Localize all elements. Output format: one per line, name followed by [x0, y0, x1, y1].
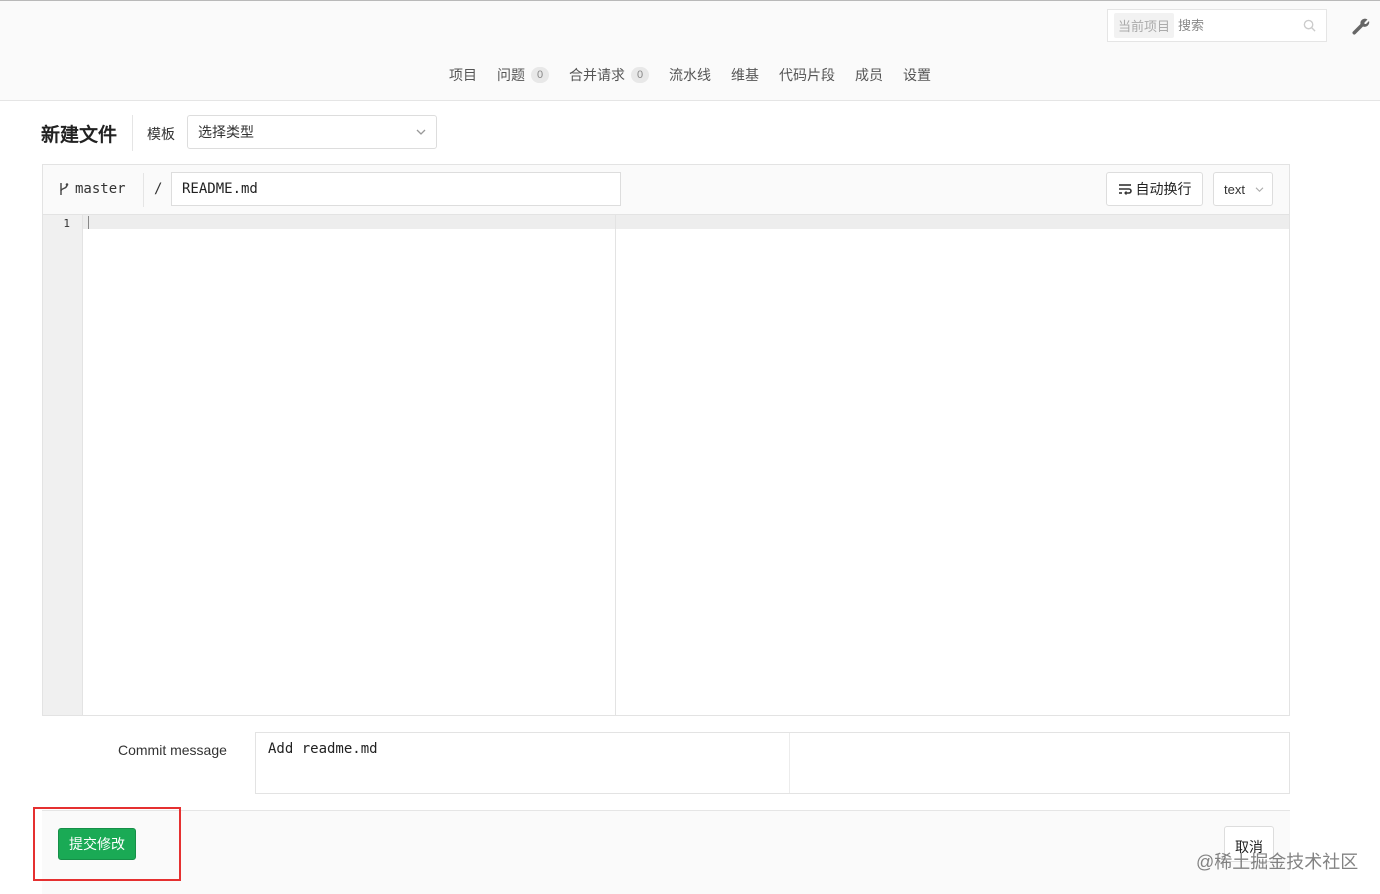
soft-wrap-button[interactable]: 自动换行	[1106, 172, 1203, 206]
file-editor: master / 自动换行 text 1	[42, 164, 1290, 716]
title-divider	[132, 115, 133, 151]
nav-item-snippets[interactable]: 代码片段	[769, 63, 845, 87]
search-icon[interactable]	[1303, 19, 1316, 32]
merge-requests-count-badge: 0	[631, 67, 649, 83]
chevron-down-icon	[1255, 187, 1264, 193]
search-scope-badge[interactable]: 当前项目	[1114, 13, 1175, 38]
nav-item-wiki[interactable]: 维基	[721, 63, 769, 87]
chevron-down-icon	[416, 129, 426, 135]
nav-item-pipelines[interactable]: 流水线	[659, 63, 721, 87]
code-editor-area[interactable]	[83, 215, 1289, 715]
language-select[interactable]: text	[1213, 172, 1273, 206]
annotation-highlight-box	[33, 807, 181, 881]
line-number: 1	[63, 217, 70, 230]
nav-item-label: 设置	[903, 67, 931, 83]
wrench-icon[interactable]	[1352, 17, 1370, 35]
nav-item-label: 代码片段	[779, 67, 835, 83]
nav-item-label: 成员	[855, 67, 883, 83]
wrap-text-icon	[1118, 184, 1132, 195]
soft-wrap-label: 自动换行	[1135, 181, 1192, 197]
toolbar-divider	[143, 173, 144, 207]
path-separator: /	[154, 181, 163, 197]
line-number-gutter: 1	[43, 215, 83, 715]
watermark-text: @稀土掘金技术社区	[1196, 852, 1359, 872]
branch-name: master	[75, 181, 126, 197]
nav-item-members[interactable]: 成员	[845, 63, 893, 87]
file-name-input[interactable]	[171, 172, 621, 206]
nav-item-projects[interactable]: 项目	[439, 63, 487, 87]
nav-item-label: 合并请求	[569, 67, 625, 83]
template-label: 模板	[147, 126, 175, 142]
template-type-select[interactable]: 选择类型	[187, 115, 437, 149]
branch-icon	[60, 183, 69, 195]
text-cursor	[88, 216, 89, 229]
language-select-value: text	[1224, 181, 1245, 197]
branch-indicator: master	[59, 181, 126, 197]
issues-count-badge: 0	[531, 67, 549, 83]
top-header: 当前项目 项目 问题 0 合并请求 0 流水线 维基 代码片段 成员 设置	[0, 0, 1380, 101]
page-title: 新建文件	[41, 125, 118, 146]
nav-item-label: 维基	[731, 67, 759, 83]
nav-item-label: 流水线	[669, 67, 711, 83]
nav-item-label: 项目	[449, 67, 477, 83]
nav-item-label: 问题	[497, 67, 525, 83]
project-nav: 项目 问题 0 合并请求 0 流水线 维基 代码片段 成员 设置	[0, 63, 1380, 87]
form-actions-bar	[42, 810, 1290, 894]
search-input[interactable]	[1178, 18, 1299, 33]
nav-item-issues[interactable]: 问题 0	[487, 63, 559, 87]
editor-toolbar: master / 自动换行 text	[43, 165, 1289, 215]
commit-message-label: Commit message	[118, 742, 227, 758]
commit-input-divider	[789, 733, 790, 793]
template-select-value: 选择类型	[198, 124, 254, 140]
editor-right-pane	[615, 215, 1289, 715]
nav-item-settings[interactable]: 设置	[893, 63, 941, 87]
commit-message-input[interactable]: Add readme.md	[255, 732, 1290, 794]
search-box[interactable]: 当前项目	[1107, 9, 1327, 42]
nav-item-merge-requests[interactable]: 合并请求 0	[559, 63, 659, 87]
